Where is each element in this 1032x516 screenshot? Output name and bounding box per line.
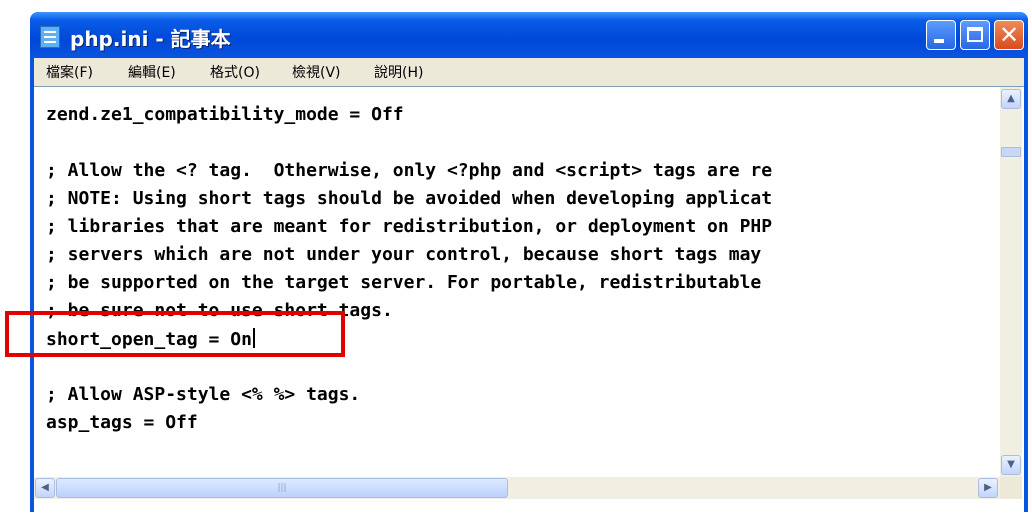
text-line: ; servers which are not under your contr… [46, 244, 762, 265]
text-editor[interactable]: zend.ze1_compatibility_mode = Off ; Allo… [34, 87, 1000, 477]
notepad-window: php.ini - 記事本 ✕ 檔案(F) 編輯(E) 格式(O) 檢視(V) … [30, 12, 1028, 512]
maximize-icon [967, 27, 983, 42]
text-line: ; Allow the <? tag. Otherwise, only <?ph… [46, 160, 773, 181]
chevron-up-icon: ▲ [1007, 93, 1015, 104]
grip-icon: ||| [277, 483, 287, 493]
text-line: ; NOTE: Using short tags should be avoid… [46, 188, 773, 209]
text-line: zend.ze1_compatibility_mode = Off [46, 104, 404, 125]
menu-format[interactable]: 格式(O) [210, 62, 260, 82]
minimize-icon [934, 39, 944, 43]
text-line: ; be supported on the target server. For… [46, 272, 762, 293]
scroll-up-button[interactable]: ▲ [1001, 89, 1021, 109]
scroll-right-button[interactable]: ▶ [978, 478, 998, 498]
minimize-button[interactable] [926, 20, 956, 50]
menu-edit[interactable]: 編輯(E) [128, 62, 176, 82]
menu-help[interactable]: 說明(H) [374, 62, 423, 82]
horizontal-scrollbar[interactable]: ◀ ||| ▶ [34, 477, 1000, 499]
close-button[interactable]: ✕ [994, 20, 1024, 50]
title-bar[interactable]: php.ini - 記事本 ✕ [30, 12, 1028, 58]
vertical-scroll-thumb[interactable] [1001, 147, 1021, 157]
chevron-left-icon: ◀ [41, 482, 49, 493]
vertical-scrollbar[interactable]: ▲ ▼ [1000, 87, 1022, 477]
horizontal-scroll-thumb[interactable]: ||| [56, 478, 508, 498]
resize-grip[interactable] [1000, 477, 1022, 499]
chevron-right-icon: ▶ [984, 482, 992, 493]
window-title: php.ini - 記事本 [70, 27, 231, 51]
menu-bar: 檔案(F) 編輯(E) 格式(O) 檢視(V) 說明(H) [34, 58, 1024, 86]
close-icon: ✕ [998, 21, 1020, 49]
scroll-down-button[interactable]: ▼ [1001, 455, 1021, 475]
notepad-icon[interactable] [40, 26, 60, 48]
maximize-button[interactable] [960, 20, 990, 50]
text-line: asp_tags = Off [46, 412, 198, 433]
text-line: ; libraries that are meant for redistrib… [46, 216, 773, 237]
chevron-down-icon: ▼ [1007, 459, 1015, 470]
menu-file[interactable]: 檔案(F) [46, 62, 93, 82]
highlight-annotation [5, 311, 345, 357]
scroll-left-button[interactable]: ◀ [35, 478, 55, 498]
text-line: ; Allow ASP-style <% %> tags. [46, 384, 361, 405]
editor-area: zend.ze1_compatibility_mode = Off ; Allo… [34, 86, 1024, 512]
menu-view[interactable]: 檢視(V) [292, 62, 341, 82]
